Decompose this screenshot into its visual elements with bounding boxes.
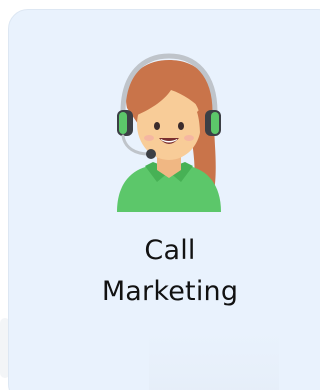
call-center-agent-icon [105,50,233,212]
card-background-decoration [149,332,279,390]
card-title-line-2: Marketing [101,276,239,307]
card-title-line-1: Call [144,235,196,266]
service-card-page: Call Marketing [0,0,320,390]
